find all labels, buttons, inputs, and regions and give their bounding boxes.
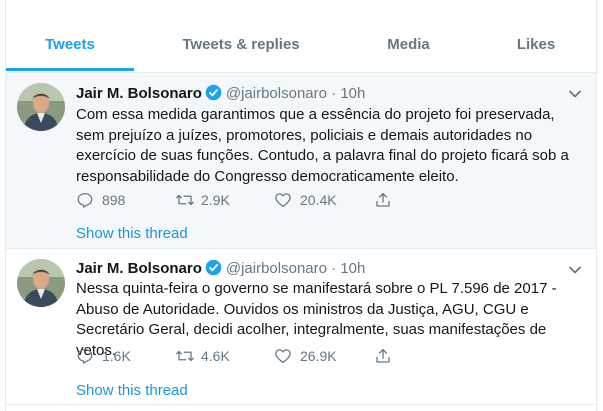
- author-name[interactable]: Jair M. Bolsonaro: [76, 260, 202, 277]
- profile-timeline: Tweets Tweets & replies Media Likes Jair…: [5, 0, 597, 411]
- retweet-button[interactable]: 4.6K: [175, 345, 255, 367]
- avatar-image: [17, 83, 65, 131]
- heart-icon: [275, 349, 291, 364]
- chevron-down-icon[interactable]: [568, 87, 582, 101]
- tweet-item[interactable]: Jair M. Bolsonaro @jairbolsonaro · 10h Ne…: [6, 249, 596, 405]
- reply-count: 1.6K: [102, 348, 131, 364]
- retweet-icon: [176, 194, 194, 206]
- tweet-item[interactable]: Jair M. Bolsonaro @jairbolsonaro · 10h Co…: [6, 73, 596, 249]
- author-handle[interactable]: @jairbolsonaro: [226, 260, 327, 277]
- like-button[interactable]: 26.9K: [274, 345, 364, 367]
- tab-tweets[interactable]: Tweets: [6, 0, 134, 71]
- tweet-header: Jair M. Bolsonaro @jairbolsonaro · 10h: [76, 84, 365, 104]
- avatar[interactable]: [17, 83, 65, 131]
- tweet-timestamp[interactable]: 10h: [340, 85, 365, 102]
- share-icon: [376, 192, 390, 207]
- retweet-count: 4.6K: [201, 348, 230, 364]
- share-icon: [376, 348, 390, 363]
- tweet-timestamp[interactable]: 10h: [340, 260, 365, 277]
- share-button[interactable]: [374, 345, 396, 367]
- like-count: 26.9K: [300, 348, 337, 364]
- tab-media[interactable]: Media: [361, 0, 456, 71]
- reply-button[interactable]: 1.6K: [76, 345, 156, 367]
- show-thread-link[interactable]: Show this thread: [76, 225, 188, 242]
- reply-icon: [77, 192, 93, 208]
- tweet-header: Jair M. Bolsonaro @jairbolsonaro · 10h: [76, 259, 365, 279]
- show-thread-link[interactable]: Show this thread: [76, 382, 188, 399]
- separator-dot: ·: [331, 260, 337, 277]
- reply-button[interactable]: 898: [76, 189, 156, 211]
- tab-tweets-and-replies[interactable]: Tweets & replies: [156, 0, 326, 71]
- active-tab-indicator: [6, 68, 134, 71]
- share-button[interactable]: [374, 189, 396, 211]
- author-handle[interactable]: @jairbolsonaro: [226, 85, 327, 102]
- retweet-icon: [176, 350, 194, 362]
- tab-likes[interactable]: Likes: [496, 0, 576, 71]
- reply-icon: [77, 348, 93, 364]
- author-name[interactable]: Jair M. Bolsonaro: [76, 85, 202, 102]
- heart-icon: [275, 193, 291, 208]
- chevron-down-icon[interactable]: [568, 263, 582, 277]
- retweet-button[interactable]: 2.9K: [175, 189, 255, 211]
- verified-badge-icon: [205, 84, 222, 107]
- separator-dot: ·: [331, 85, 337, 102]
- retweet-count: 2.9K: [201, 192, 230, 208]
- like-count: 20.4K: [300, 192, 337, 208]
- reply-count: 898: [102, 192, 126, 208]
- tweet-text: Com essa medida garantimos que a essênci…: [76, 106, 569, 185]
- avatar[interactable]: [17, 259, 65, 307]
- avatar-image: [17, 259, 65, 307]
- profile-tabs: Tweets Tweets & replies Media Likes: [6, 0, 596, 73]
- like-button[interactable]: 20.4K: [274, 189, 364, 211]
